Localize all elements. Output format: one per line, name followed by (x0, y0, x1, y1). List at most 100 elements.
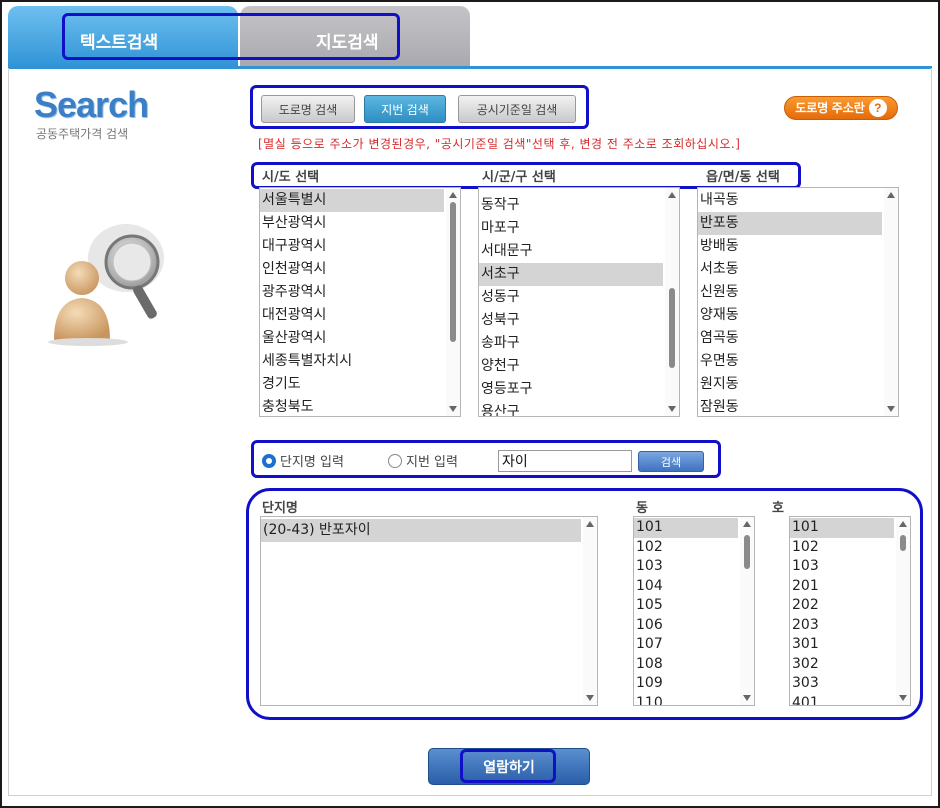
eupmyeondong-scrollbar[interactable] (884, 188, 898, 416)
list-item[interactable]: 내곡동 (698, 189, 882, 212)
sido-listbox[interactable]: 서울특별시 부산광역시 대구광역시 인천광역시 광주광역시 대전광역시 울산광역… (259, 187, 461, 417)
radio-unchecked-icon[interactable] (388, 454, 402, 468)
list-item[interactable]: 신원동 (698, 281, 882, 304)
list-item[interactable]: 대구광역시 (260, 235, 444, 258)
scroll-thumb[interactable] (450, 202, 456, 342)
lot-number-search-button[interactable]: 지번 검색 (364, 95, 446, 123)
list-item[interactable]: 동작구 (479, 194, 663, 217)
scroll-down-icon[interactable] (449, 406, 457, 412)
search-person-illustration (48, 224, 164, 346)
list-item[interactable]: 염곡동 (698, 327, 882, 350)
tab-text-search[interactable]: 텍스트검색 (8, 6, 238, 68)
list-item[interactable]: 101 (790, 518, 894, 538)
ho-listbox[interactable]: 101 102 103 201 202 203 301 302 303 401 (789, 516, 911, 706)
list-item[interactable]: 영등포구 (479, 378, 663, 401)
logo-title: Search (34, 84, 149, 125)
list-item[interactable]: 103 (634, 557, 738, 577)
tab-map-search-label: 지도검색 (316, 33, 379, 53)
list-item[interactable]: 106 (634, 616, 738, 636)
list-item[interactable]: 양재동 (698, 304, 882, 327)
scroll-down-icon[interactable] (743, 695, 751, 701)
list-item[interactable]: 110 (634, 694, 738, 706)
lot-number-radio[interactable]: 지번 입력 (388, 451, 458, 470)
list-item[interactable]: 마포구 (479, 217, 663, 240)
list-item[interactable]: 303 (790, 674, 894, 694)
list-item[interactable]: 성북구 (479, 309, 663, 332)
list-item[interactable]: 반포동 (698, 212, 882, 235)
list-item[interactable]: 충청북도 (260, 396, 444, 416)
logo-subtitle: 공동주택가격 검색 (36, 127, 129, 141)
list-item[interactable]: 104 (634, 577, 738, 597)
scroll-up-icon[interactable] (743, 521, 751, 527)
scroll-down-icon[interactable] (887, 406, 895, 412)
list-item[interactable]: 경기도 (260, 373, 444, 396)
list-item[interactable]: 용산구 (479, 401, 663, 416)
list-item[interactable]: 103 (790, 557, 894, 577)
list-item[interactable]: 울산광역시 (260, 327, 444, 350)
list-item[interactable]: 양천구 (479, 355, 663, 378)
dong-scrollbar[interactable] (740, 517, 754, 705)
list-item[interactable]: 109 (634, 674, 738, 694)
list-item[interactable]: 301 (790, 635, 894, 655)
complex-scrollbar[interactable] (583, 517, 597, 705)
complex-name-label: 단지명 (262, 501, 298, 516)
list-item[interactable]: 302 (790, 655, 894, 675)
scroll-down-icon[interactable] (586, 695, 594, 701)
list-item[interactable]: 부산광역시 (260, 212, 444, 235)
list-item[interactable]: 201 (790, 577, 894, 597)
radio-checked-icon[interactable] (262, 454, 276, 468)
list-item[interactable]: 송파구 (479, 332, 663, 355)
list-item[interactable]: 서대문구 (479, 240, 663, 263)
list-item[interactable]: 인천광역시 (260, 258, 444, 281)
list-item[interactable]: 105 (634, 596, 738, 616)
complex-name-radio[interactable]: 단지명 입력 (262, 451, 344, 470)
list-item[interactable]: 서초동 (698, 258, 882, 281)
scroll-down-icon[interactable] (899, 695, 907, 701)
list-item[interactable]: 세종특별자치시 (260, 350, 444, 373)
scroll-thumb[interactable] (669, 288, 675, 368)
scroll-up-icon[interactable] (449, 192, 457, 198)
scroll-up-icon[interactable] (887, 192, 895, 198)
list-item[interactable]: 서초구 (479, 263, 663, 286)
dong-listbox[interactable]: 101 102 103 104 105 106 107 108 109 110 (633, 516, 755, 706)
road-address-button[interactable]: 도로명 주소란? (784, 96, 898, 120)
list-item[interactable]: (20-43) 반포자이 (261, 519, 581, 542)
search-button[interactable]: 검색 (638, 451, 704, 472)
list-item[interactable]: 대전광역시 (260, 304, 444, 327)
list-item[interactable]: 방배동 (698, 235, 882, 258)
scroll-thumb[interactable] (744, 535, 750, 569)
list-item[interactable]: 102 (790, 538, 894, 558)
list-item[interactable]: 성동구 (479, 286, 663, 309)
scroll-up-icon[interactable] (899, 521, 907, 527)
sigungu-listbox[interactable]: 동작구 마포구 서대문구 서초구 성동구 성북구 송파구 양천구 영등포구 용산… (478, 187, 680, 417)
eupmyeondong-listbox[interactable]: 내곡동 반포동 방배동 서초동 신원동 양재동 염곡동 우면동 원지동 잠원동 (697, 187, 899, 417)
list-item[interactable]: 202 (790, 596, 894, 616)
announcement-date-search-button[interactable]: 공시기준일 검색 (458, 95, 576, 123)
list-item[interactable]: 203 (790, 616, 894, 636)
scroll-up-icon[interactable] (586, 521, 594, 527)
sigungu-scrollbar[interactable] (665, 188, 679, 416)
eupmyeondong-label: 읍/면/동 선택 (706, 170, 780, 185)
lot-number-radio-label: 지번 입력 (406, 455, 458, 470)
list-item[interactable]: 401 (790, 694, 894, 706)
search-input[interactable] (498, 450, 632, 472)
list-item[interactable]: 107 (634, 635, 738, 655)
ho-label: 호 (772, 501, 784, 516)
road-name-search-button[interactable]: 도로명 검색 (261, 95, 355, 123)
list-item[interactable]: 108 (634, 655, 738, 675)
list-item[interactable]: 101 (634, 518, 738, 538)
tab-map-search[interactable]: 지도검색 (240, 6, 470, 68)
scroll-down-icon[interactable] (668, 406, 676, 412)
list-item[interactable]: 광주광역시 (260, 281, 444, 304)
list-item[interactable]: 잠원동 (698, 396, 882, 416)
scroll-up-icon[interactable] (668, 192, 676, 198)
scroll-thumb[interactable] (900, 535, 906, 551)
ho-scrollbar[interactable] (896, 517, 910, 705)
view-button[interactable]: 열람하기 (428, 748, 590, 785)
list-item[interactable]: 서울특별시 (260, 189, 444, 212)
list-item[interactable]: 원지동 (698, 373, 882, 396)
complex-listbox[interactable]: (20-43) 반포자이 (260, 516, 598, 706)
sido-scrollbar[interactable] (446, 188, 460, 416)
list-item[interactable]: 102 (634, 538, 738, 558)
list-item[interactable]: 우면동 (698, 350, 882, 373)
